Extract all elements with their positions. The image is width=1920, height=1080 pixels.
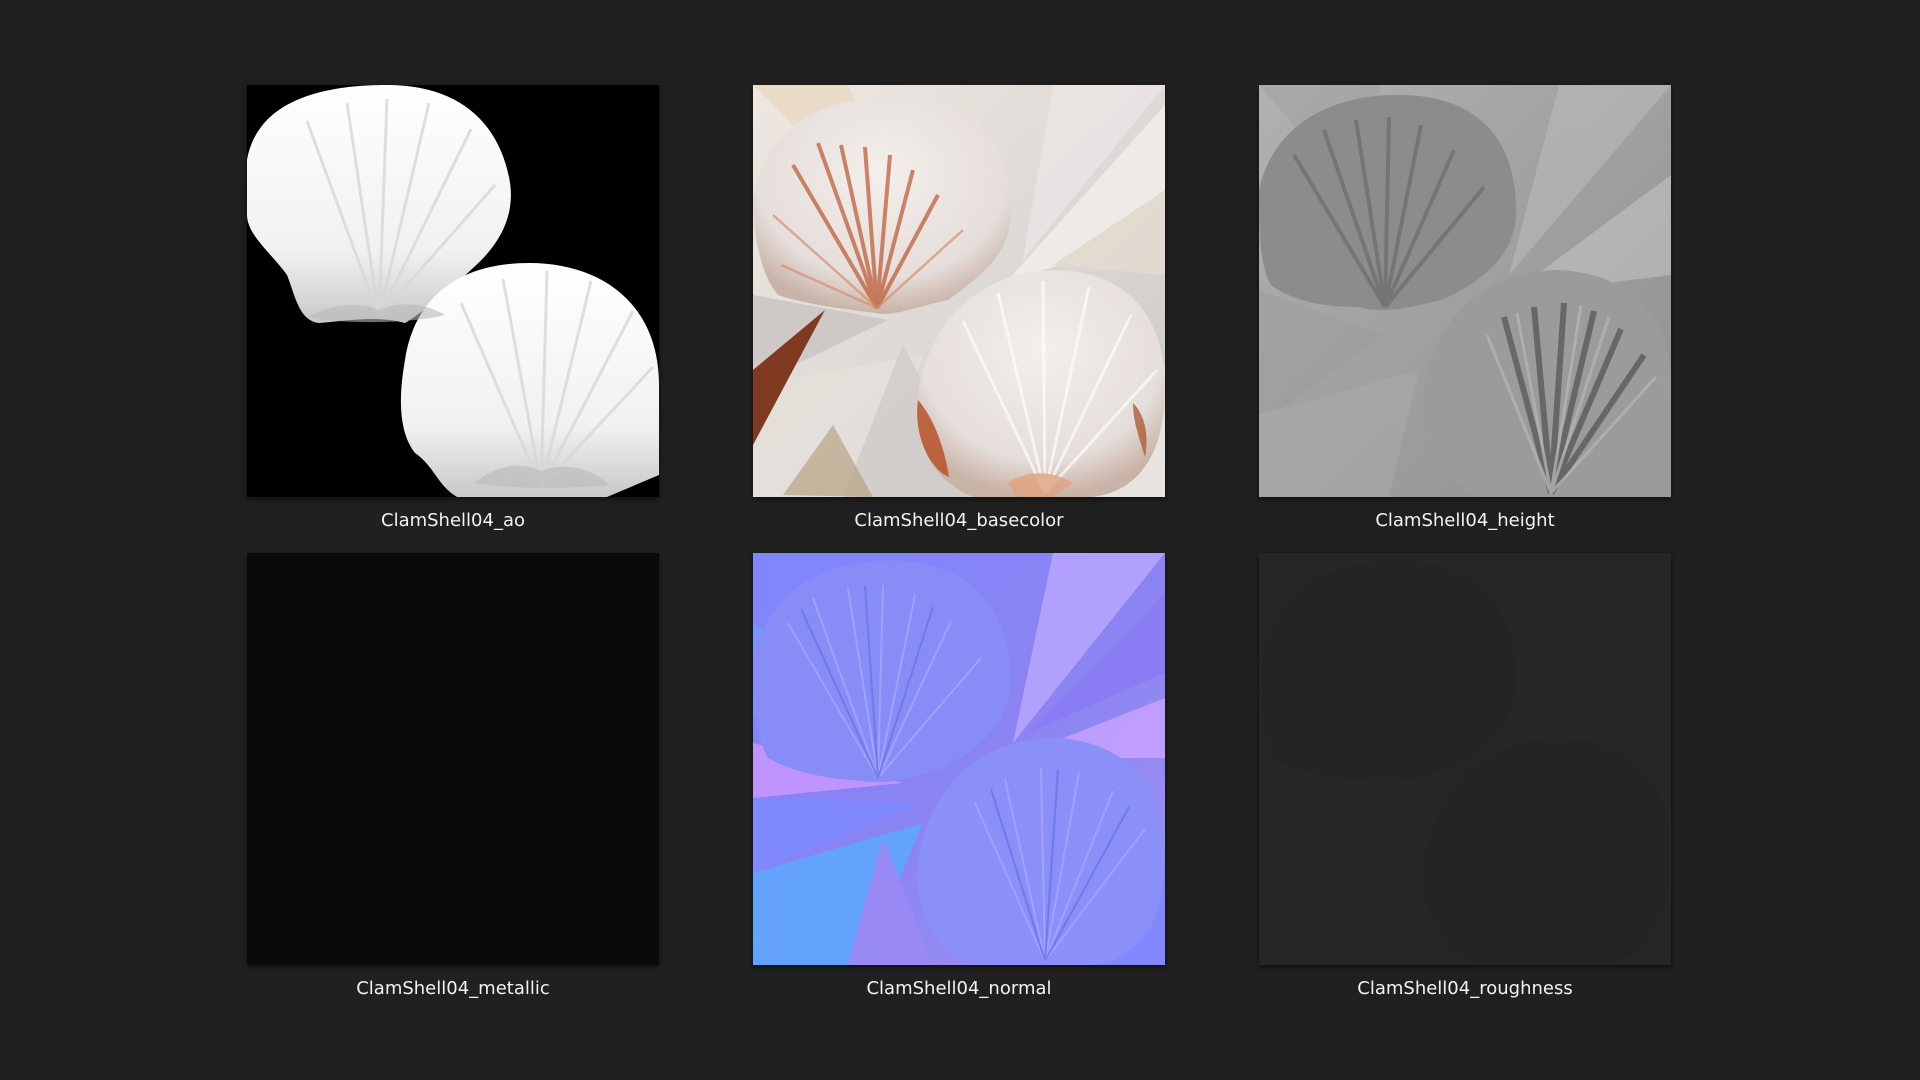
file-name-label: ClamShell04_height [1375,510,1555,531]
file-tile-roughness[interactable]: ClamShell04_roughness [1259,553,1671,1009]
file-name-label: ClamShell04_basecolor [854,510,1064,531]
basecolor-map-thumbnail[interactable] [753,85,1165,497]
file-name-label: ClamShell04_normal [866,978,1052,999]
height-map-thumbnail[interactable] [1259,85,1671,497]
height-map-thumbnail-icon [1259,85,1671,497]
metallic-map-thumbnail-icon [247,553,659,965]
metallic-map-thumbnail[interactable] [247,553,659,965]
file-tile-normal[interactable]: ClamShell04_normal [753,553,1165,1009]
file-tile-basecolor[interactable]: ClamShell04_basecolor [753,85,1165,541]
base-color-map-thumbnail-icon [753,85,1165,497]
file-tile-ao[interactable]: ClamShell04_ao [247,85,659,541]
normal-map-thumbnail-icon [753,553,1165,965]
normal-map-thumbnail[interactable] [753,553,1165,965]
ambient-occlusion-map-thumbnail-icon [247,85,659,497]
roughness-map-thumbnail-icon [1259,553,1671,965]
file-thumbnail-grid: ClamShell04_ao ClamShell04_basecolor Cla… [0,0,1920,1080]
file-tile-height[interactable]: ClamShell04_height [1259,85,1671,541]
file-name-label: ClamShell04_roughness [1357,978,1573,999]
ao-map-thumbnail[interactable] [247,85,659,497]
file-name-label: ClamShell04_ao [381,510,525,531]
file-name-label: ClamShell04_metallic [356,978,550,999]
roughness-map-thumbnail[interactable] [1259,553,1671,965]
file-tile-metallic[interactable]: ClamShell04_metallic [247,553,659,1009]
